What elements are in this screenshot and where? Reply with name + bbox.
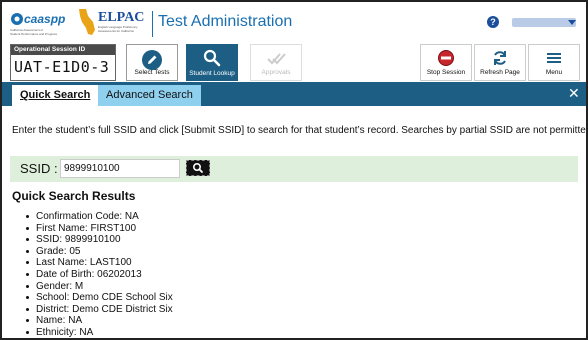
page-title: Test Administration <box>158 13 293 30</box>
app-window: caaspp California Assessment of Student … <box>0 0 588 340</box>
list-item: Gender: M <box>24 281 173 293</box>
stop-session-label: Stop Session <box>426 69 466 76</box>
svg-text:ELPAC: ELPAC <box>98 10 144 25</box>
menu-label: Menu <box>545 69 563 76</box>
svg-text:Student Performance and Progre: Student Performance and Progress <box>10 32 58 36</box>
help-icon[interactable]: ? <box>487 16 499 28</box>
app-header: caaspp California Assessment of Student … <box>2 2 586 42</box>
session-id-label: Operational Session ID <box>11 45 115 55</box>
menu-button[interactable]: Menu <box>528 44 580 81</box>
chevron-down-icon[interactable] <box>568 20 576 25</box>
list-item: First Name: FIRST100 <box>24 223 173 235</box>
tab-advanced-search[interactable]: Advanced Search <box>98 85 201 106</box>
search-icon <box>202 48 222 70</box>
tab-quick-search[interactable]: Quick Search <box>12 85 99 106</box>
elpac-logo: ELPAC English Language Proficiency Asses… <box>76 6 148 38</box>
ssid-input[interactable] <box>60 159 180 178</box>
list-item: District: Demo CDE District Six <box>24 304 173 316</box>
search-tab-bar: Quick Search Advanced Search ✕ <box>2 82 586 106</box>
checkmark-icon <box>265 49 287 69</box>
list-item: Last Name: LAST100 <box>24 257 173 269</box>
close-icon[interactable]: ✕ <box>568 85 580 101</box>
header-divider <box>152 11 153 37</box>
student-lookup-label: Student Lookup <box>189 70 235 77</box>
list-item: Date of Birth: 06202013 <box>24 269 173 281</box>
session-id-box: Operational Session ID UAT-E1D0-3 <box>10 44 116 81</box>
stop-sign-icon <box>437 49 455 69</box>
student-lookup-button[interactable]: Student Lookup <box>186 44 238 81</box>
submit-ssid-button[interactable] <box>186 160 210 176</box>
svg-text:caaspp: caaspp <box>24 12 65 26</box>
list-item: School: Demo CDE School Six <box>24 292 173 304</box>
stop-session-button[interactable]: Stop Session <box>420 44 472 81</box>
toolbar: Operational Session ID UAT-E1D0-3 Select… <box>2 42 586 82</box>
search-instructions: Enter the student’s full SSID and click … <box>12 125 588 136</box>
hamburger-icon <box>545 49 563 69</box>
list-item: Confirmation Code: NA <box>24 211 173 223</box>
results-title: Quick Search Results <box>12 189 136 203</box>
svg-text:Assessments for California: Assessments for California <box>98 29 134 33</box>
approvals-button[interactable]: Approvals <box>250 44 302 81</box>
refresh-icon <box>491 49 509 69</box>
caaspp-logo: caaspp California Assessment of Student … <box>8 8 72 38</box>
select-tests-button[interactable]: Select Tests <box>126 44 178 81</box>
session-id-value: UAT-E1D0-3 <box>14 58 110 76</box>
refresh-page-button[interactable]: Refresh Page <box>474 44 526 81</box>
search-icon <box>193 162 203 173</box>
ssid-label: SSID : <box>20 161 58 176</box>
ssid-search-bar: SSID : <box>10 156 578 182</box>
approvals-label: Approvals <box>261 69 291 76</box>
list-item: Grade: 05 <box>24 246 173 258</box>
refresh-page-label: Refresh Page <box>480 69 520 76</box>
list-item: SSID: 9899910100 <box>24 234 173 246</box>
user-menu[interactable] <box>512 18 576 27</box>
results-list: Confirmation Code: NA First Name: FIRST1… <box>24 211 173 338</box>
list-item: Name: NA <box>24 315 173 327</box>
select-tests-label: Select Tests <box>134 69 170 76</box>
list-item: Ethnicity: NA <box>24 327 173 338</box>
tab-quick-search-label: Quick Search <box>20 89 91 101</box>
